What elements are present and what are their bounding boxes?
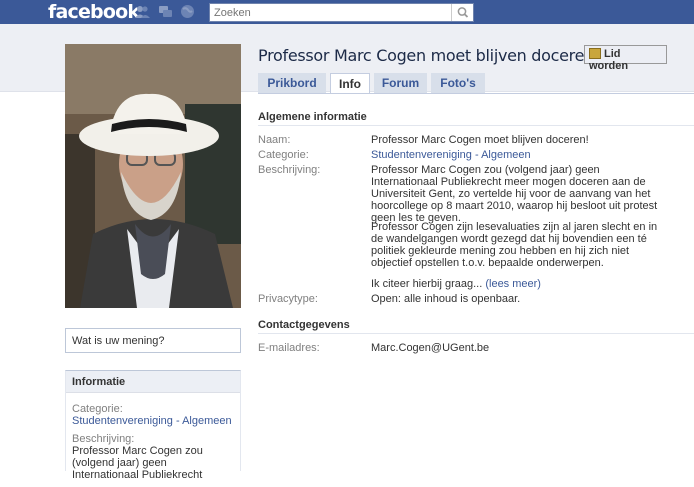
description-paragraph-1: Professor Marc Cogen zou (volgend jaar) … xyxy=(371,164,658,224)
category-label: Categorie: xyxy=(258,149,309,161)
name-label: Naam: xyxy=(258,134,291,146)
facebook-logo[interactable]: facebook xyxy=(48,1,140,23)
top-bar: facebook xyxy=(0,0,694,24)
description-paragraph-3: Ik citeer hierbij graag... (lees meer) xyxy=(371,278,671,290)
description-paragraph-2: Professor Cogen zijn lesevaluaties zijn … xyxy=(371,221,658,269)
profile-photo[interactable] xyxy=(65,44,241,308)
friend-requests-icon[interactable] xyxy=(135,4,150,19)
general-info-heading: Algemene informatie xyxy=(258,111,367,123)
description-label: Beschrijving: xyxy=(258,164,321,176)
description-quote-text: Ik citeer hierbij graag... xyxy=(371,278,483,290)
contact-divider xyxy=(258,333,694,334)
category-value: Studentenvereniging - Algemeen xyxy=(371,149,671,161)
read-more-link[interactable]: (lees meer) xyxy=(485,278,541,290)
messages-icon[interactable] xyxy=(158,4,173,19)
opinion-input[interactable]: Wat is uw mening? xyxy=(65,328,241,353)
name-value: Professor Marc Cogen moet blijven docere… xyxy=(371,134,589,146)
email-value[interactable]: Marc.Cogen@UGent.be xyxy=(371,342,671,354)
profile-photo-image xyxy=(65,44,241,308)
tab-forum[interactable]: Forum xyxy=(374,73,427,93)
privacy-value: Open: alle inhoud is openbaar. xyxy=(371,293,521,305)
sidebar-category-value: Studentenvereniging - Algemeen xyxy=(72,415,234,427)
contact-heading: Contactgegevens xyxy=(258,319,350,331)
tab-fotos[interactable]: Foto's xyxy=(431,73,485,93)
sidebar-category-label: Categorie: xyxy=(72,403,123,415)
tab-underline xyxy=(258,93,694,94)
search-button[interactable] xyxy=(451,4,473,21)
page-title: Professor Marc Cogen moet blijven docere… xyxy=(258,46,601,65)
tab-prikbord[interactable]: Prikbord xyxy=(258,73,326,93)
info-sidebar-heading: Informatie xyxy=(66,371,240,393)
info-sidebar-box: Informatie Categorie: Studentenverenigin… xyxy=(65,370,241,481)
search-input[interactable] xyxy=(210,4,452,21)
sidebar-category-separator: - xyxy=(172,415,183,427)
general-info-divider xyxy=(258,125,694,126)
search-icon xyxy=(457,7,469,18)
category-separator: - xyxy=(471,149,482,161)
join-group-button[interactable]: Lid worden xyxy=(584,45,667,72)
sidebar-description-text: Professor Marc Cogen zou (volgend jaar) … xyxy=(72,445,203,481)
sidebar-category-link-algemeen[interactable]: Algemeen xyxy=(182,415,232,427)
group-icon xyxy=(589,48,601,59)
search-box xyxy=(209,3,474,22)
sidebar-category-link-studentenvereniging[interactable]: Studentenvereniging xyxy=(72,415,173,427)
category-link-algemeen[interactable]: Algemeen xyxy=(481,149,531,161)
sidebar-description-label: Beschrijving: xyxy=(72,433,135,445)
category-link-studentenvereniging[interactable]: Studentenvereniging xyxy=(371,149,472,161)
info-sidebar-body: Categorie: Studentenvereniging - Algemee… xyxy=(66,393,240,487)
email-label: E-mailadres: xyxy=(258,342,320,354)
privacy-label: Privacytype: xyxy=(258,293,318,305)
notifications-globe-icon[interactable] xyxy=(180,4,195,19)
tab-info[interactable]: Info xyxy=(330,73,370,94)
